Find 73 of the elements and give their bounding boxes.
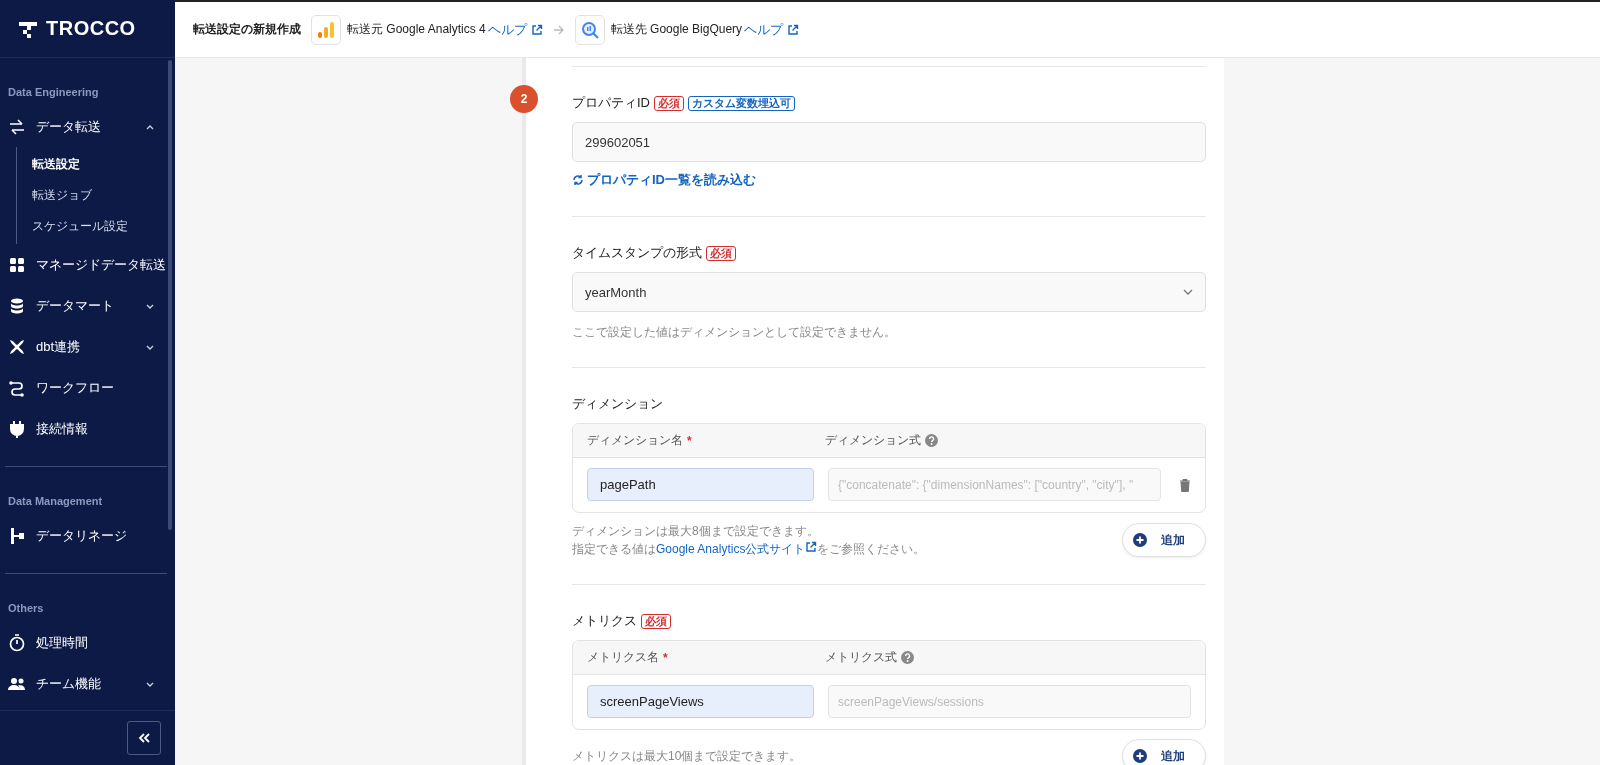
expression-field[interactable]: {"concatenate": {"dimensionNames": ["country", "city"], " xyxy=(828,468,1161,501)
nav-item[interactable]: マネージドデータ転送 xyxy=(0,244,175,285)
field-label: ディメンション xyxy=(572,395,663,413)
required-mark: * xyxy=(663,650,668,665)
nav-item[interactable]: dbt連携 xyxy=(0,326,175,367)
page-title: 転送設定の新規作成 xyxy=(193,21,301,38)
nav-subitem[interactable]: 転送設定 xyxy=(17,149,95,180)
stopwatch-icon xyxy=(8,633,26,652)
nav-item[interactable]: データ転送 xyxy=(0,106,175,147)
chevron-down-icon xyxy=(1183,289,1193,295)
field-label: プロパティID xyxy=(572,94,650,112)
magnifier-chart-icon xyxy=(579,19,600,40)
grid-icon xyxy=(8,255,26,274)
select-field[interactable]: yearMonth xyxy=(572,272,1206,312)
required-tag: 必須 xyxy=(654,95,684,111)
section-heading: Others xyxy=(7,602,45,614)
column-header: メトリクス式 xyxy=(825,649,897,666)
logo-text: TROCCO xyxy=(46,17,136,40)
name-field[interactable]: screenPageViews xyxy=(587,685,814,718)
name-field[interactable]: pagePath xyxy=(587,468,814,501)
workflow-icon xyxy=(8,378,26,397)
column-header: ディメンション式 xyxy=(825,432,921,449)
trash-icon xyxy=(1179,477,1191,492)
external-link-icon xyxy=(530,23,543,36)
nav-item[interactable]: データマート xyxy=(0,285,175,326)
add-button[interactable]: 追加 xyxy=(1122,523,1206,557)
expression-field[interactable]: screenPageViews/sessions xyxy=(828,685,1191,718)
required-tag: 必須 xyxy=(706,245,736,261)
connector-label: 転送先 Google BigQuery xyxy=(610,21,743,38)
double-chevron-icon xyxy=(138,733,150,743)
nav-item[interactable]: 処理時間 xyxy=(0,622,175,663)
lineage-icon xyxy=(8,526,26,545)
nav-item[interactable]: 接続情報 xyxy=(0,408,175,449)
bar-chart-icon xyxy=(316,19,336,40)
arrow-right-icon xyxy=(552,24,565,35)
required-tag: 必須 xyxy=(641,613,671,629)
nav-subitem[interactable]: 転送ジョブ xyxy=(17,180,107,211)
section-heading: Data Engineering xyxy=(7,86,100,98)
required-mark: * xyxy=(687,433,692,448)
field-label: タイムスタンプの形式 xyxy=(572,244,702,262)
nav-item[interactable]: データリネージ xyxy=(0,515,175,556)
refresh-icon xyxy=(572,174,584,186)
collapse-button[interactable] xyxy=(127,721,161,755)
info-tag: カスタム変数埋込可 xyxy=(688,95,795,111)
nav-item[interactable]: チーム機能 xyxy=(0,663,175,704)
help-link[interactable]: ヘルプ xyxy=(744,20,800,39)
reload-link[interactable]: プロパティID一覧を読み込む xyxy=(572,171,756,189)
field-label: メトリクス xyxy=(572,612,637,630)
help-text: 指定できる値はGoogle Analytics公式サイト をご参照ください。 xyxy=(572,540,926,558)
column-header: ディメンション名 xyxy=(587,432,683,449)
arrows-icon xyxy=(8,117,26,136)
cross-shape-icon xyxy=(8,337,26,356)
plug-icon xyxy=(8,419,26,438)
text-field[interactable]: 299602051 xyxy=(572,122,1206,162)
add-button[interactable]: 追加 xyxy=(1122,739,1206,765)
external-link-icon xyxy=(805,541,818,553)
column-header: メトリクス名 xyxy=(587,649,659,666)
nav-item[interactable]: ワークフロー xyxy=(0,367,175,408)
nav-subitem[interactable]: スケジュール設定 xyxy=(17,211,143,242)
plus-circle-icon xyxy=(1133,749,1147,763)
help-text: メトリクスは最大10個まで設定できます。 xyxy=(572,748,802,765)
help-link[interactable]: Google Analytics公式サイト xyxy=(656,542,818,556)
help-text: ディメンションは最大8個まで設定できます。 xyxy=(572,523,820,540)
help-link[interactable]: ヘルプ xyxy=(487,20,543,39)
help-text: ここで設定した値はディメンションとして設定できません。 xyxy=(572,324,897,341)
logo-icon xyxy=(18,19,38,38)
step-number: 2 xyxy=(510,85,538,113)
connector-label: 転送元 Google Analytics 4 xyxy=(347,21,486,38)
external-link-icon xyxy=(787,23,800,36)
database-icon xyxy=(8,296,26,315)
section-heading: Data Management xyxy=(7,495,104,507)
plus-circle-icon xyxy=(1133,533,1147,547)
delete-button[interactable] xyxy=(1179,477,1191,492)
